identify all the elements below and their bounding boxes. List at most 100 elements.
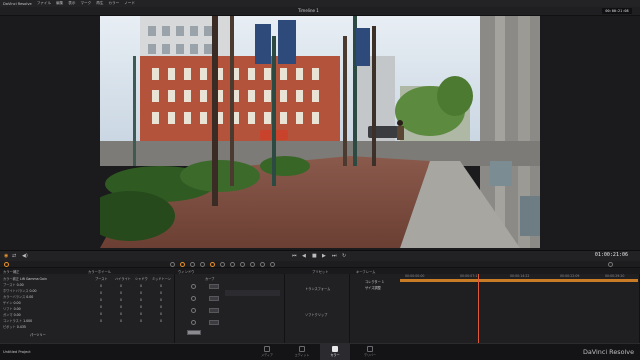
toggle-box[interactable] — [209, 284, 219, 289]
keyframe-track-2[interactable]: サイズ調整 — [365, 285, 381, 290]
grid-cell[interactable]: 0 — [120, 291, 122, 295]
preset-panel: トランスフォーム ソフトクリップ — [285, 274, 350, 343]
curve-window-icon[interactable] — [191, 320, 196, 325]
grid-cell[interactable]: 0 — [140, 298, 142, 302]
info-icon[interactable] — [270, 262, 275, 267]
grid-cell[interactable]: 0 — [120, 284, 122, 288]
page-tab-deliver[interactable]: デリバー — [355, 346, 385, 357]
row-0: カラー補正 Lift Gamma Gain — [3, 277, 47, 281]
grid-cell[interactable]: 0 — [100, 284, 102, 288]
page-tab-edit[interactable]: エディット — [287, 346, 317, 357]
key-icon[interactable] — [230, 262, 235, 267]
page-label: メディア — [261, 353, 273, 357]
polygon-window-icon[interactable] — [191, 308, 196, 313]
grid-cell[interactable]: 0 — [140, 312, 142, 316]
circle-window-icon[interactable] — [191, 296, 196, 301]
curves-title: カーブ — [205, 277, 215, 281]
row-2: ホワイトバランス 0.00 — [3, 289, 37, 293]
grid-cell[interactable]: 0 — [120, 319, 122, 323]
qualifier-icon[interactable] — [190, 262, 195, 267]
grid-cell[interactable]: 0 — [100, 291, 102, 295]
loop-icon[interactable]: ↻ — [342, 253, 346, 259]
col-header-1: ハイライト — [115, 277, 131, 281]
menu-nodes[interactable]: ノード — [124, 1, 135, 6]
grid-cell[interactable]: 0 — [120, 305, 122, 309]
go-start-icon[interactable]: ⏮ — [292, 253, 297, 259]
toggle-box[interactable] — [209, 308, 219, 313]
ruler-tick-3: 00:00:22:09 — [560, 274, 580, 278]
page-tab-media[interactable]: メディア — [252, 346, 282, 357]
menu-color[interactable]: カラー — [108, 1, 119, 6]
ruler-tick-1: 00:00:07:11 — [460, 274, 480, 278]
edit-page-icon — [299, 346, 305, 352]
transport-bar: ◉ ⇄ ◀) ⏮ ◀ ■ ▶ ⏭ ↻ 01:00:21:06 — [0, 250, 640, 261]
preset-softclip[interactable]: ソフトクリップ — [305, 312, 327, 317]
keyframes-panel: コレクター 1 サイズ調整 00:00:00:00 00:00:07:11 00… — [350, 274, 640, 343]
street-photo-image — [100, 16, 540, 248]
sound-icon[interactable]: ◀) — [22, 253, 28, 259]
app-name[interactable]: DaVinci Resolve — [3, 2, 32, 6]
grid-cell[interactable]: 0 — [160, 291, 162, 295]
grid-cell[interactable]: 0 — [140, 284, 142, 288]
col-header-0: ブースト — [95, 277, 108, 281]
menu-view[interactable]: 表示 — [68, 1, 75, 6]
color-wheel-icon[interactable] — [4, 262, 9, 267]
grid-cell[interactable]: 0 — [100, 312, 102, 316]
wheels-tool-icon[interactable] — [180, 262, 185, 267]
keyframe-track-1[interactable]: コレクター 1 — [365, 279, 384, 284]
toggle-box[interactable] — [209, 320, 219, 325]
grid-cell[interactable]: 0 — [100, 298, 102, 302]
grid-cell[interactable]: 0 — [160, 319, 162, 323]
col-header-2: シャドウ — [135, 277, 148, 281]
swap-icon[interactable]: ⇄ — [12, 253, 16, 259]
viewer-image[interactable] — [100, 16, 540, 248]
parts-tree-label[interactable]: パーツリー — [30, 332, 46, 337]
go-end-icon[interactable]: ⏭ — [332, 253, 337, 259]
grid-cell[interactable]: 0 — [140, 319, 142, 323]
stop-icon[interactable]: ■ — [312, 253, 317, 259]
keyframe-clip-bar[interactable] — [400, 279, 638, 282]
menu-file[interactable]: ファイル — [37, 1, 51, 6]
grid-cell[interactable]: 0 — [100, 305, 102, 309]
color-page-icon — [332, 346, 338, 352]
row-4: ゲイン 0.00 — [3, 301, 21, 305]
grid-cell[interactable]: 0 — [160, 284, 162, 288]
tracker-icon[interactable] — [210, 262, 215, 267]
playhead[interactable] — [478, 274, 479, 343]
window-icon[interactable] — [200, 262, 205, 267]
project-name: Untitled Project — [3, 350, 31, 354]
page-label: カラー — [330, 353, 340, 357]
grid-cell[interactable]: 0 — [160, 298, 162, 302]
deliver-page-icon — [367, 346, 373, 352]
curves-tool-icon[interactable] — [170, 262, 175, 267]
menu-edit[interactable]: 編集 — [56, 1, 63, 6]
grid-cell[interactable]: 0 — [160, 312, 162, 316]
stereo-icon[interactable] — [250, 262, 255, 267]
grid-cell[interactable]: 0 — [160, 305, 162, 309]
gallery-icon[interactable]: ◉ — [4, 253, 8, 259]
page-tab-color[interactable]: カラー — [320, 346, 350, 357]
play-icon[interactable]: ▶ — [322, 253, 326, 259]
grid-cell[interactable]: 0 — [140, 291, 142, 295]
reverse-icon[interactable]: ◀ — [302, 253, 306, 259]
menu-mark[interactable]: マーク — [80, 1, 91, 6]
square-window-icon[interactable] — [191, 284, 196, 289]
grid-cell[interactable]: 0 — [120, 298, 122, 302]
row-7: コントラスト 1.000 — [3, 319, 33, 323]
preset-transform[interactable]: トランスフォーム — [305, 286, 330, 291]
menubar: DaVinci Resolve ファイル 編集 表示 マーク 再生 カラー ノー… — [0, 0, 640, 7]
keyframe-settings-icon[interactable] — [608, 262, 613, 267]
grid-cell[interactable]: 0 — [100, 319, 102, 323]
row-3: カラーバランス 0.00 — [3, 295, 34, 299]
sizing-icon[interactable] — [240, 262, 245, 267]
brand-logo: DaVinci Resolve — [582, 348, 634, 356]
timeline-name[interactable]: Timeline 1 — [298, 8, 319, 13]
grid-cell[interactable]: 0 — [120, 312, 122, 316]
toggle-box[interactable] — [209, 296, 219, 301]
menu-playback[interactable]: 再生 — [96, 1, 103, 6]
gradient-window-icon[interactable] — [187, 330, 201, 335]
scopes-icon[interactable] — [260, 262, 265, 267]
row-8: ピボット 0.435 — [3, 325, 26, 329]
grid-cell[interactable]: 0 — [140, 305, 142, 309]
blur-icon[interactable] — [220, 262, 225, 267]
